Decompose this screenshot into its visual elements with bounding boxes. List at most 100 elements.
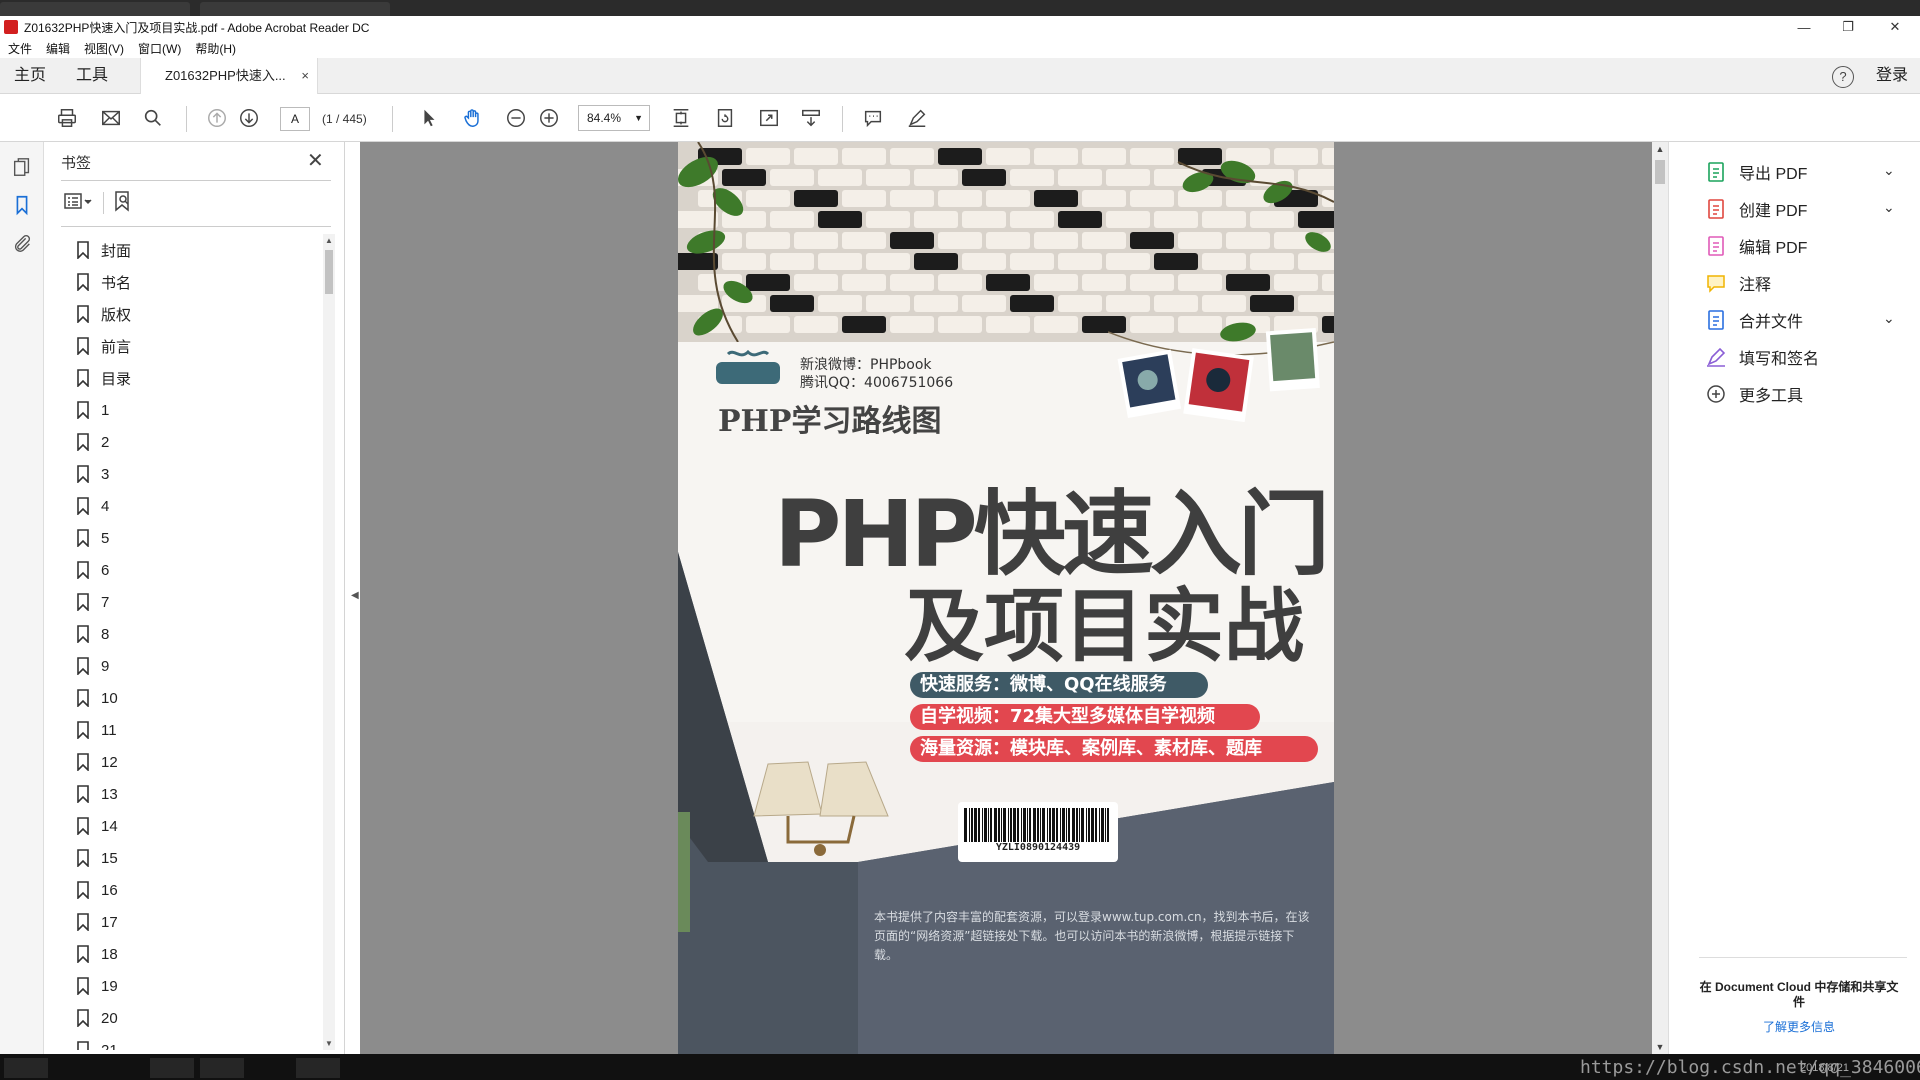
tool-comment[interactable]: 注释 <box>1705 271 1771 295</box>
tool-combine-files[interactable]: 合并文件 ⌄ <box>1705 308 1895 332</box>
tab-document[interactable]: Z01632PHP快速入... × <box>140 58 318 94</box>
tool-export-pdf[interactable]: 导出 PDF ⌄ <box>1705 160 1895 184</box>
add-bookmark-icon[interactable] <box>111 190 135 214</box>
bookmark-item[interactable]: 书名 <box>61 266 311 298</box>
email-icon[interactable] <box>98 106 124 130</box>
bookmark-scrollbar[interactable]: ▲ ▼ <box>323 234 335 1050</box>
bookmark-item[interactable]: 版权 <box>61 298 311 330</box>
browser-tab[interactable] <box>200 2 390 16</box>
create-pdf-icon <box>1708 199 1724 219</box>
tool-fill-sign[interactable]: 填写和签名 <box>1705 345 1819 369</box>
minimize-button[interactable]: — <box>1782 16 1826 38</box>
select-cursor-icon[interactable] <box>416 106 442 130</box>
bookmark-item[interactable]: 2 <box>61 426 311 458</box>
bookmark-item[interactable]: 18 <box>61 938 311 970</box>
highlight-pen-icon[interactable] <box>904 106 930 130</box>
hand-tool-icon[interactable] <box>460 106 486 130</box>
bookmark-item[interactable]: 17 <box>61 906 311 938</box>
rotate-view-icon[interactable] <box>712 106 738 130</box>
learn-more-link[interactable]: 了解更多信息 <box>1699 1018 1899 1035</box>
bookmark-options-icon[interactable] <box>63 190 93 214</box>
scroll-up-arrow[interactable]: ▲ <box>323 236 335 245</box>
barcode-bar <box>1047 808 1048 842</box>
search-icon[interactable] <box>140 106 166 130</box>
taskbar-app-button[interactable] <box>150 1058 194 1078</box>
scroll-down-arrow[interactable]: ▼ <box>323 1039 335 1048</box>
page-scroll-icon[interactable] <box>668 106 694 130</box>
scroll-up-arrow[interactable]: ▲ <box>1652 144 1668 154</box>
menu-edit[interactable]: 编辑 <box>46 40 70 57</box>
bookmarks-panel-icon[interactable] <box>11 194 33 216</box>
bookmark-item[interactable]: 16 <box>61 874 311 906</box>
bookmark-item[interactable]: 前言 <box>61 330 311 362</box>
acrobat-app-icon <box>4 20 18 34</box>
bookmark-item[interactable]: 11 <box>61 714 311 746</box>
chevron-down-icon[interactable]: ⌄ <box>1883 199 1895 216</box>
comment-tool-icon[interactable] <box>860 106 886 130</box>
scrollbar-thumb[interactable] <box>325 250 333 294</box>
bookmark-item[interactable]: 9 <box>61 650 311 682</box>
bookmark-icon <box>77 753 89 771</box>
next-page-icon[interactable] <box>236 106 262 130</box>
bookmark-item[interactable]: 7 <box>61 586 311 618</box>
previous-page-icon[interactable] <box>204 106 230 130</box>
chevron-down-icon[interactable]: ⌄ <box>1883 162 1895 179</box>
bookmark-item[interactable]: 目录 <box>61 362 311 394</box>
menu-file[interactable]: 文件 <box>8 40 32 57</box>
tool-edit-pdf[interactable]: 编辑 PDF <box>1705 234 1807 258</box>
bookmark-item[interactable]: 12 <box>61 746 311 778</box>
scroll-down-arrow[interactable]: ▼ <box>1652 1042 1668 1052</box>
full-screen-icon[interactable] <box>756 106 782 130</box>
zoom-out-icon[interactable] <box>503 106 529 130</box>
close-tab-icon[interactable]: × <box>301 58 309 94</box>
restore-button[interactable]: ❐ <box>1826 16 1870 38</box>
tool-more-tools[interactable]: 更多工具 <box>1705 382 1803 406</box>
bookmark-item[interactable]: 封面 <box>61 234 311 266</box>
bookmark-item[interactable]: 19 <box>61 970 311 1002</box>
read-mode-icon[interactable] <box>798 106 824 130</box>
collapse-left-panel-icon[interactable]: ◀ <box>351 590 359 601</box>
bookmark-item[interactable]: 14 <box>61 810 311 842</box>
bookmark-item[interactable]: 20 <box>61 1002 311 1034</box>
bookmark-item[interactable]: 15 <box>61 842 311 874</box>
zoom-in-icon[interactable] <box>536 106 562 130</box>
bookmark-item[interactable]: 3 <box>61 458 311 490</box>
barcode-bar <box>1001 808 1002 842</box>
bookmark-item[interactable]: 13 <box>61 778 311 810</box>
bookmark-item[interactable]: 10 <box>61 682 311 714</box>
menu-window[interactable]: 窗口(W) <box>138 40 181 57</box>
bookmark-item[interactable]: 5 <box>61 522 311 554</box>
tab-home[interactable]: 主页 <box>14 58 46 94</box>
page-number-input[interactable]: A <box>280 107 310 131</box>
close-panel-icon[interactable]: ✕ <box>307 148 324 173</box>
menu-view[interactable]: 视图(V) <box>84 40 124 57</box>
document-scrollbar[interactable]: ▲ ▼ <box>1652 142 1668 1054</box>
help-icon[interactable]: ? <box>1832 66 1854 88</box>
taskbar-app-button[interactable] <box>296 1058 340 1078</box>
attachments-icon[interactable] <box>11 232 33 254</box>
bookmark-icon <box>77 593 89 611</box>
zoom-select[interactable]: 84.4% ▼ <box>578 105 650 131</box>
toolbar-divider <box>392 106 393 132</box>
menu-help[interactable]: 帮助(H) <box>195 40 236 57</box>
bookmark-item[interactable]: 1 <box>61 394 311 426</box>
start-button[interactable] <box>4 1058 48 1078</box>
taskbar-app-button[interactable] <box>200 1058 244 1078</box>
close-window-button[interactable]: ✕ <box>1870 16 1920 38</box>
login-link[interactable]: 登录 <box>1876 58 1908 94</box>
browser-tab[interactable] <box>0 2 190 16</box>
tool-create-pdf[interactable]: 创建 PDF ⌄ <box>1705 197 1895 221</box>
tab-tools[interactable]: 工具 <box>76 58 108 94</box>
print-icon[interactable] <box>54 106 80 130</box>
bookmark-item[interactable]: 6 <box>61 554 311 586</box>
scrollbar-thumb[interactable] <box>1655 160 1665 184</box>
bookmark-item[interactable]: 4 <box>61 490 311 522</box>
page-thumbnails-icon[interactable] <box>11 156 33 178</box>
page-count: (1 / 445) <box>322 112 367 126</box>
chevron-down-icon[interactable]: ⌄ <box>1883 310 1895 327</box>
bookmark-item[interactable]: 8 <box>61 618 311 650</box>
bookmark-item[interactable]: 21 <box>61 1034 311 1050</box>
windows-taskbar: https://blog.csdn.net/qq_38460068 2018/8… <box>0 1054 1920 1080</box>
bookmark-label: 19 <box>101 977 118 995</box>
title-bar: Z01632PHP快速入门及项目实战.pdf - Adobe Acrobat R… <box>0 16 1920 38</box>
